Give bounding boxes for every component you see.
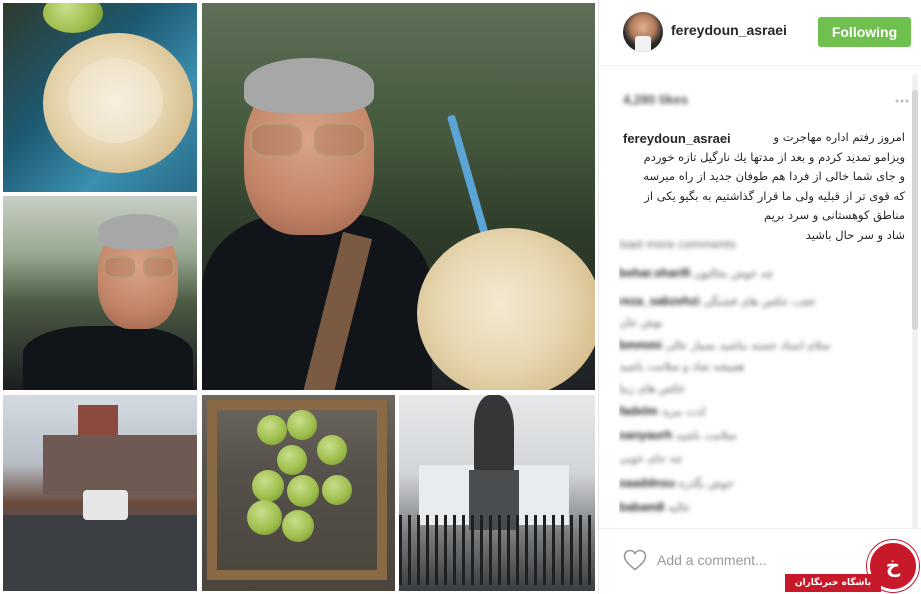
list-item: sanyaurh سلامت باشید <box>619 428 737 442</box>
list-item: نوش جان <box>619 316 663 329</box>
photo-selfie-with-coconut <box>202 3 595 390</box>
comment-username[interactable]: saaddnsu <box>619 476 675 490</box>
post-caption: امروز رفتم اداره مهاجرت و ویزامو تمدید ک… <box>643 130 905 242</box>
post-header: fereydoun_asraei Following <box>599 0 921 66</box>
photo-coconut-crate <box>202 395 395 591</box>
photo-statue-fence <box>399 395 595 591</box>
photo-coconut-closeup <box>3 3 197 192</box>
heart-icon[interactable] <box>623 549 647 571</box>
list-item: reza_sabzehzi عجب عکس های قشنگی <box>619 294 817 308</box>
comment-username[interactable]: bmmmi <box>619 338 662 352</box>
more-dots-icon[interactable] <box>895 94 909 108</box>
list-item: babam8 عالیه <box>619 500 691 514</box>
comment-username[interactable]: fadelm <box>619 404 658 418</box>
load-more-comments[interactable]: load more comments <box>619 238 736 251</box>
post-side-panel: fereydoun_asraei Following 4,280 likes f… <box>598 0 921 594</box>
comment-username[interactable]: sanyaurh <box>619 428 672 442</box>
avatar[interactable] <box>623 12 663 52</box>
list-item: bmmmi سلام استاد خسته نباشید بسیار عالی <box>619 338 831 352</box>
scrollbar-thumb[interactable] <box>912 90 918 330</box>
list-item: چه جای خوبی <box>619 452 683 465</box>
photo-collage[interactable] <box>0 0 598 594</box>
list-item: behar.sharifi چه خوش بحالتون <box>619 266 774 280</box>
comment-username[interactable]: babam8 <box>619 500 664 514</box>
comment-username[interactable]: behar.sharifi <box>619 266 690 280</box>
likes-count[interactable]: 4,280 likes <box>623 92 688 107</box>
comments-list: load more comments behar.sharifi چه خوش … <box>619 238 904 528</box>
likes-row: 4,280 likes <box>623 92 913 110</box>
list-item: همیشه شاد و سلامت باشید <box>619 360 745 373</box>
following-button[interactable]: Following <box>818 17 911 47</box>
comment-input[interactable] <box>657 547 837 573</box>
username-link[interactable]: fereydoun_asraei <box>671 22 787 38</box>
watermark-label: باشگاه خبرنگاران <box>785 574 881 592</box>
list-item: عکس های زیبا <box>619 382 686 395</box>
list-item: saaddnsu خوش بگذره <box>619 476 734 490</box>
photo-street-church <box>3 395 197 591</box>
comment-username[interactable]: reza_sabzehzi <box>619 294 700 308</box>
photo-selfie-market <box>3 196 197 390</box>
list-item: fadelm لذت ببرید <box>619 404 706 418</box>
